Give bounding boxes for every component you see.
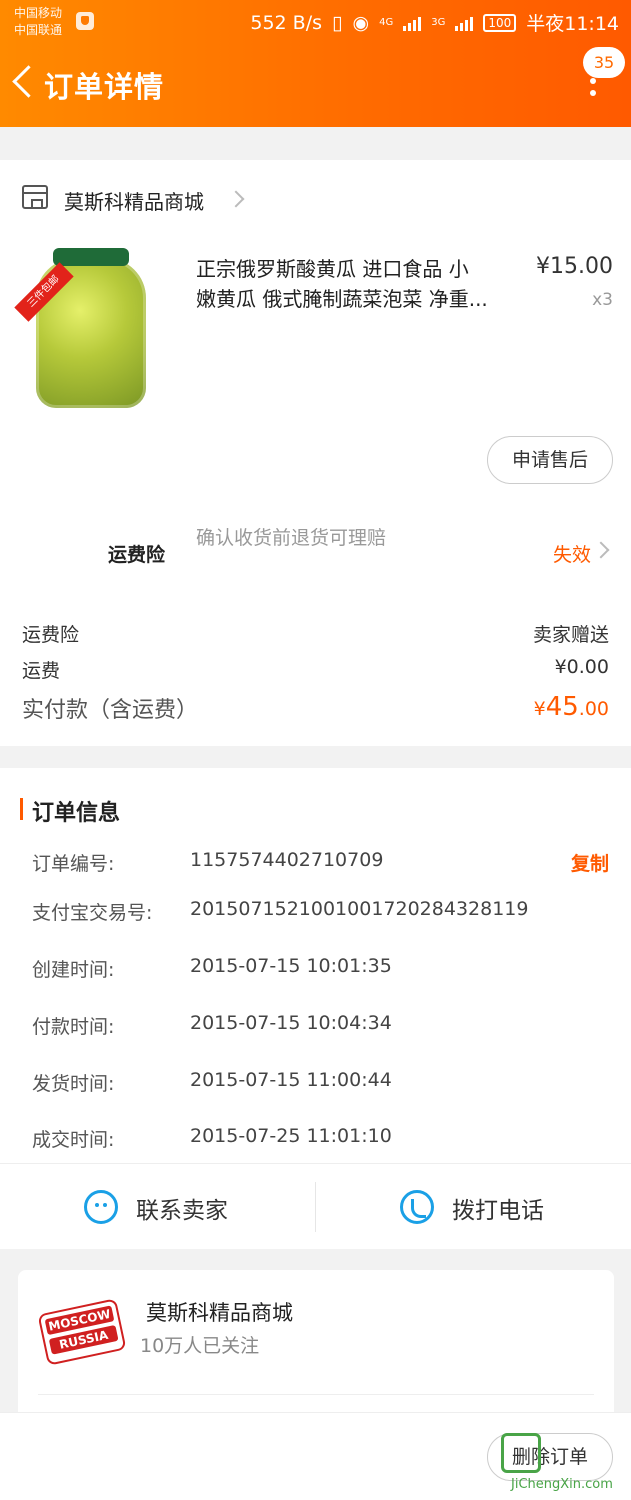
summary-insurance-label: 运费险 xyxy=(22,624,80,646)
divider xyxy=(38,1394,594,1395)
chevron-right-icon[interactable] xyxy=(592,541,610,559)
shop-name: 莫斯科精品商城 xyxy=(64,190,204,214)
status-bar: 中国移动 中国联通 552 B/s ▯ ◉ 4G 3G 100 半夜11:14 xyxy=(0,0,631,44)
info-value: 2015071521001001720284328119 xyxy=(190,898,529,920)
info-label: 创建时间: xyxy=(32,959,115,981)
call-phone-label: 拨打电话 xyxy=(452,1198,544,1224)
order-info-title: 订单信息 xyxy=(20,795,120,827)
store-name: 莫斯科精品商城 xyxy=(146,1301,293,1325)
bottom-bar: 删除订单 JiChengXin.com xyxy=(0,1412,631,1500)
info-label: 成交时间: xyxy=(32,1129,115,1151)
message-badge: 35 xyxy=(583,47,625,78)
info-value: 2015-07-25 11:01:10 xyxy=(190,1125,392,1147)
eye-icon: ◉ xyxy=(352,11,370,34)
summary-insurance-row: 运费险 卖家赠送 xyxy=(22,620,609,647)
contact-action-bar: 联系卖家 拨打电话 xyxy=(0,1163,631,1249)
total-int: 45 xyxy=(545,692,579,722)
summary-total-row: 实付款（含运费） ¥45.00 xyxy=(22,692,609,724)
app-header: 中国移动 中国联通 552 B/s ▯ ◉ 4G 3G 100 半夜11:14 … xyxy=(0,0,631,127)
summary-shipping-value: ¥0.00 xyxy=(554,656,609,678)
store-icon xyxy=(22,185,48,209)
summary-shipping-row: 运费 ¥0.00 xyxy=(22,656,609,683)
info-value: 1157574402710709 xyxy=(190,849,384,871)
product-quantity: x3 xyxy=(592,290,613,310)
product-image[interactable]: 三件包邮 xyxy=(14,248,161,408)
product-title[interactable]: 正宗俄罗斯酸黄瓜 进口食品 小 嫩黄瓜 俄式腌制蔬菜泡菜 净重... xyxy=(196,254,528,314)
vibrate-icon: ▯ xyxy=(332,11,343,34)
contact-seller-button[interactable]: 联系卖家 xyxy=(0,1164,315,1250)
product-title-line-2: 嫩黄瓜 俄式腌制蔬菜泡菜 净重... xyxy=(196,287,488,311)
battery-level: 100 xyxy=(483,13,517,32)
summary-total-value: ¥45.00 xyxy=(534,692,609,722)
info-row-completed: 成交时间: 2015-07-25 11:01:10 xyxy=(32,1125,613,1159)
phone-icon xyxy=(400,1190,434,1224)
watermark-logo-icon xyxy=(501,1433,541,1473)
summary-insurance-value: 卖家赠送 xyxy=(532,624,609,646)
product-price: ¥15.00 xyxy=(536,254,613,279)
chevron-right-icon xyxy=(227,190,245,208)
info-label: 发货时间: xyxy=(32,1073,115,1095)
total-currency: ¥ xyxy=(533,698,546,720)
call-phone-button[interactable]: 拨打电话 xyxy=(316,1164,631,1250)
info-row-shipped: 发货时间: 2015-07-15 11:00:44 xyxy=(32,1069,613,1103)
carrier-labels: 中国移动 中国联通 xyxy=(14,5,62,39)
info-label: 订单编号: xyxy=(32,853,115,875)
summary-shipping-label: 运费 xyxy=(22,660,61,682)
signal-bars-icon xyxy=(403,15,422,31)
security-shield-icon xyxy=(76,12,94,30)
store-followers: 10万人已关注 xyxy=(140,1335,260,1357)
product-title-line-1: 正宗俄罗斯酸黄瓜 进口食品 小 xyxy=(196,257,469,281)
store-logo: MOSCOW RUSSIA xyxy=(37,1298,127,1366)
insurance-label: 运费险 xyxy=(108,544,166,566)
nav-bar: 订单详情 xyxy=(0,50,631,120)
watermark-text: JiChengXin.com xyxy=(511,1477,613,1492)
signal-bars-icon-2 xyxy=(455,15,474,31)
carrier-1: 中国移动 xyxy=(14,6,63,20)
order-card: 莫斯科精品商城 三件包邮 正宗俄罗斯酸黄瓜 进口食品 小 嫩黄瓜 俄式腌制蔬菜泡… xyxy=(0,160,631,746)
info-label: 付款时间: xyxy=(32,1016,115,1038)
info-value: 2015-07-15 11:00:44 xyxy=(190,1069,392,1091)
info-row-paid: 付款时间: 2015-07-15 10:04:34 xyxy=(32,1012,613,1046)
shop-row[interactable]: 莫斯科精品商城 xyxy=(0,160,631,240)
contact-seller-label: 联系卖家 xyxy=(136,1198,228,1224)
insurance-description: 确认收货前退货可理赔 xyxy=(196,527,387,549)
network-speed: 552 B/s xyxy=(250,11,323,34)
info-value: 2015-07-15 10:04:34 xyxy=(190,1012,392,1034)
insurance-status[interactable]: 失效 xyxy=(553,540,591,567)
chat-face-icon xyxy=(84,1190,118,1224)
order-info-card: 订单信息 订单编号: 1157574402710709 复制 支付宝交易号: 2… xyxy=(0,768,631,1163)
network-3g-label: 3G xyxy=(431,17,446,28)
summary-total-label: 实付款（含运费） xyxy=(22,698,199,723)
page-title: 订单详情 xyxy=(44,70,165,104)
info-row-alipay-no: 支付宝交易号: 2015071521001001720284328119 xyxy=(32,898,613,932)
watermark: JiChengXin.com xyxy=(501,1433,625,1497)
network-4g-label: 4G xyxy=(379,17,394,28)
carrier-2: 中国联通 xyxy=(14,23,63,37)
status-indicators: 552 B/s ▯ ◉ 4G 3G 100 半夜11:14 xyxy=(250,9,619,36)
info-label: 支付宝交易号: xyxy=(32,902,153,924)
total-dec: .00 xyxy=(578,698,609,720)
info-value: 2015-07-15 10:01:35 xyxy=(190,955,392,977)
apply-aftersale-button[interactable]: 申请售后 xyxy=(487,436,613,484)
clock: 半夜11:14 xyxy=(526,13,619,35)
info-row-order-no: 订单编号: 1157574402710709 复制 xyxy=(32,849,613,883)
jar-lid xyxy=(53,248,129,266)
copy-button[interactable]: 复制 xyxy=(571,849,609,876)
back-arrow-icon[interactable] xyxy=(8,60,42,104)
info-row-created: 创建时间: 2015-07-15 10:01:35 xyxy=(32,955,613,989)
